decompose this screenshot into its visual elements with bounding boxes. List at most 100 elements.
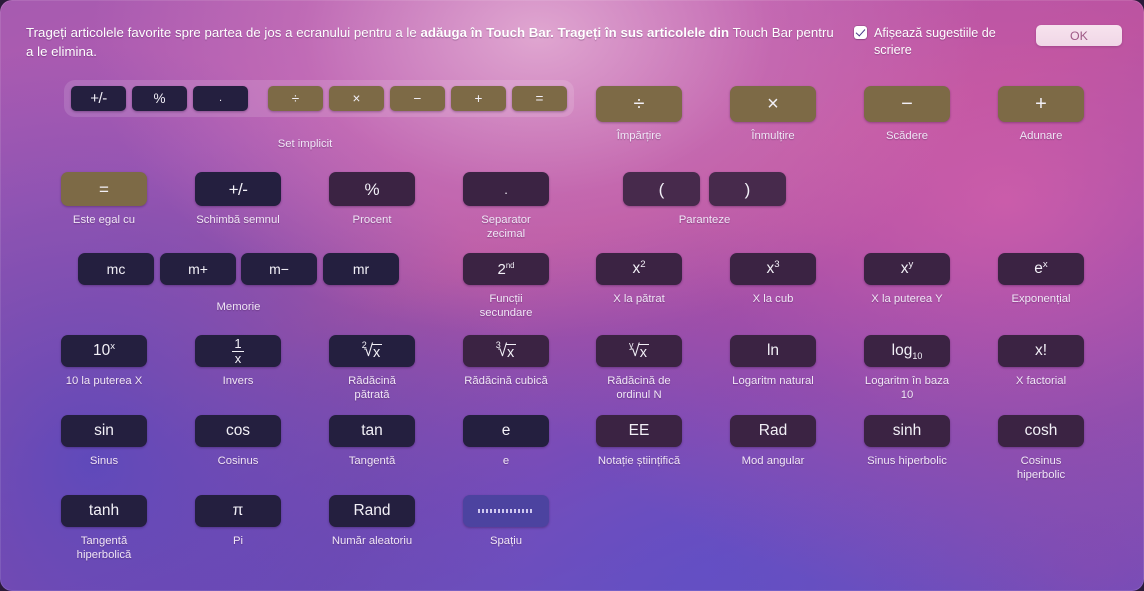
x-squared-item-caption: X la pătrat <box>613 293 665 305</box>
equals-item[interactable]: = Este egal cu <box>61 172 147 227</box>
cube-root-item[interactable]: 3 √ x Rădăcină cubică <box>463 335 549 388</box>
x-power-y-item-key[interactable]: xy <box>864 253 950 285</box>
x-squared-item[interactable]: x2 X la pătrat <box>596 253 682 306</box>
e-power-x-item[interactable]: ex Exponențial <box>998 253 1084 306</box>
decimal-item-key[interactable]: . <box>463 172 549 206</box>
divide-item-key[interactable]: ÷ <box>596 86 682 122</box>
tangent-item-key[interactable]: tan <box>329 415 415 447</box>
decimal-item[interactable]: . Separator zecimal <box>463 172 549 241</box>
default-set-group[interactable]: +/- % . ÷ × − + = <box>64 80 574 117</box>
memory-group-caption: Memorie <box>216 301 261 313</box>
add-item-key[interactable]: + <box>998 86 1084 122</box>
checkmark-icon[interactable] <box>854 26 867 39</box>
ten-power-x-item-caption: 10 la puterea X <box>65 375 143 387</box>
sinh-item-key[interactable]: sinh <box>864 415 950 447</box>
memory-clear-item-key[interactable]: mc <box>78 253 154 285</box>
cosine-item[interactable]: cos Cosinus <box>195 415 281 468</box>
pi-item-key[interactable]: π <box>195 495 281 527</box>
x-cubed-item-key[interactable]: x3 <box>730 253 816 285</box>
natural-log-item-key[interactable]: ln <box>730 335 816 367</box>
divide-key[interactable]: ÷ <box>268 86 323 111</box>
toggle-sign-item[interactable]: +/- Schimbă semnul <box>195 172 281 227</box>
square-root-item-caption: Rădăcină pătrată <box>348 375 396 402</box>
subtract-key[interactable]: − <box>390 86 445 111</box>
add-item[interactable]: + Adunare <box>998 86 1084 143</box>
radian-mode-item-key[interactable]: Rad <box>730 415 816 447</box>
x-cubed-item[interactable]: x3 X la cub <box>730 253 816 306</box>
percent-key[interactable]: % <box>132 86 187 111</box>
scientific-notation-item[interactable]: EE Notație științifică <box>596 415 682 468</box>
sine-item[interactable]: sin Sinus <box>61 415 147 468</box>
equals-item-key[interactable]: = <box>61 172 147 206</box>
add-key[interactable]: + <box>451 86 506 111</box>
sinh-item[interactable]: sinh Sinus hiperbolic <box>864 415 950 468</box>
cosh-item-key[interactable]: cosh <box>998 415 1084 447</box>
factorial-item[interactable]: x! X factorial <box>998 335 1084 388</box>
memory-clear-item[interactable]: mc <box>78 253 154 285</box>
parentheses-caption: Paranteze <box>678 214 731 226</box>
row-misc: tanh Tangentă hiperbolică π Pi Rand Numă… <box>0 495 1144 575</box>
divide-item[interactable]: ÷ Împărțire <box>596 86 682 143</box>
memory-subtract-item-key[interactable]: m− <box>241 253 317 285</box>
e-power-x-item-key[interactable]: ex <box>998 253 1084 285</box>
multiply-key[interactable]: × <box>329 86 384 111</box>
factorial-item-key[interactable]: x! <box>998 335 1084 367</box>
natural-log-item[interactable]: ln Logaritm natural <box>730 335 816 388</box>
percent-item-caption: Procent <box>352 214 392 226</box>
tanh-item[interactable]: tanh Tangentă hiperbolică <box>61 495 147 562</box>
ten-power-x-item-key[interactable]: 10x <box>61 335 147 367</box>
memory-add-item-key[interactable]: m+ <box>160 253 236 285</box>
equals-key[interactable]: = <box>512 86 567 111</box>
memory-recall-item[interactable]: mr <box>323 253 399 285</box>
inverse-item[interactable]: 1x Invers <box>195 335 281 388</box>
ok-button[interactable]: OK <box>1036 25 1122 46</box>
space-item-key[interactable] <box>463 495 549 527</box>
cube-root-item-key[interactable]: 3 √ x <box>463 335 549 367</box>
scientific-notation-item-key[interactable]: EE <box>596 415 682 447</box>
equals-item-caption: Este egal cu <box>72 214 136 226</box>
percent-item-key[interactable]: % <box>329 172 415 206</box>
tangent-item[interactable]: tan Tangentă <box>329 415 415 468</box>
log-base-10-item-caption: Logaritm în baza 10 <box>864 375 950 402</box>
square-root-item[interactable]: 2 √ x Rădăcină pătrată <box>329 335 415 402</box>
square-root-item-key[interactable]: 2 √ x <box>329 335 415 367</box>
cosine-item-key[interactable]: cos <box>195 415 281 447</box>
sine-item-key[interactable]: sin <box>61 415 147 447</box>
second-functions-item-key[interactable]: 2nd <box>463 253 549 285</box>
nth-root-item-key[interactable]: y √ x <box>596 335 682 367</box>
subtract-item-caption: Scădere <box>885 130 929 142</box>
subtract-item[interactable]: − Scădere <box>864 86 950 143</box>
random-item[interactable]: Rand Număr aleatoriu <box>329 495 415 548</box>
memory-subtract-item[interactable]: m− <box>241 253 317 285</box>
decimal-key[interactable]: . <box>193 86 248 111</box>
memory-add-item[interactable]: m+ <box>160 253 236 285</box>
open-paren-item-key[interactable]: ( <box>623 172 700 206</box>
cosh-item[interactable]: cosh Cosinus hiperbolic <box>998 415 1084 482</box>
toggle-sign-key[interactable]: +/- <box>71 86 126 111</box>
toggle-sign-item-key[interactable]: +/- <box>195 172 281 206</box>
multiply-item[interactable]: × Înmulțire <box>730 86 816 143</box>
inverse-item-key[interactable]: 1x <box>195 335 281 367</box>
percent-item[interactable]: % Procent <box>329 172 415 227</box>
tanh-item-key[interactable]: tanh <box>61 495 147 527</box>
x-squared-item-key[interactable]: x2 <box>596 253 682 285</box>
euler-item[interactable]: e e <box>463 415 549 468</box>
radian-mode-item[interactable]: Rad Mod angular <box>730 415 816 468</box>
ten-power-x-item[interactable]: 10x 10 la puterea X <box>61 335 147 388</box>
x-power-y-item[interactable]: xy X la puterea Y <box>864 253 950 306</box>
euler-item-key[interactable]: e <box>463 415 549 447</box>
pi-item[interactable]: π Pi <box>195 495 281 548</box>
header-controls: Afișează sugestiile de scriere OK <box>854 24 1122 58</box>
space-item[interactable]: Spațiu <box>463 495 549 548</box>
log-base-10-item[interactable]: log10 Logaritm în baza 10 <box>864 335 950 402</box>
memory-recall-item-key[interactable]: mr <box>323 253 399 285</box>
parentheses-group[interactable]: ( ) Paranteze <box>623 172 786 227</box>
subtract-item-key[interactable]: − <box>864 86 950 122</box>
random-item-key[interactable]: Rand <box>329 495 415 527</box>
show-typing-suggestions-checkbox[interactable]: Afișează sugestiile de scriere <box>854 25 1014 58</box>
log-base-10-item-key[interactable]: log10 <box>864 335 950 367</box>
close-paren-item-key[interactable]: ) <box>709 172 786 206</box>
multiply-item-key[interactable]: × <box>730 86 816 122</box>
nth-root-item[interactable]: y √ x Rădăcină de ordinul N <box>596 335 682 402</box>
second-functions-item[interactable]: 2nd Funcții secundare <box>463 253 549 320</box>
